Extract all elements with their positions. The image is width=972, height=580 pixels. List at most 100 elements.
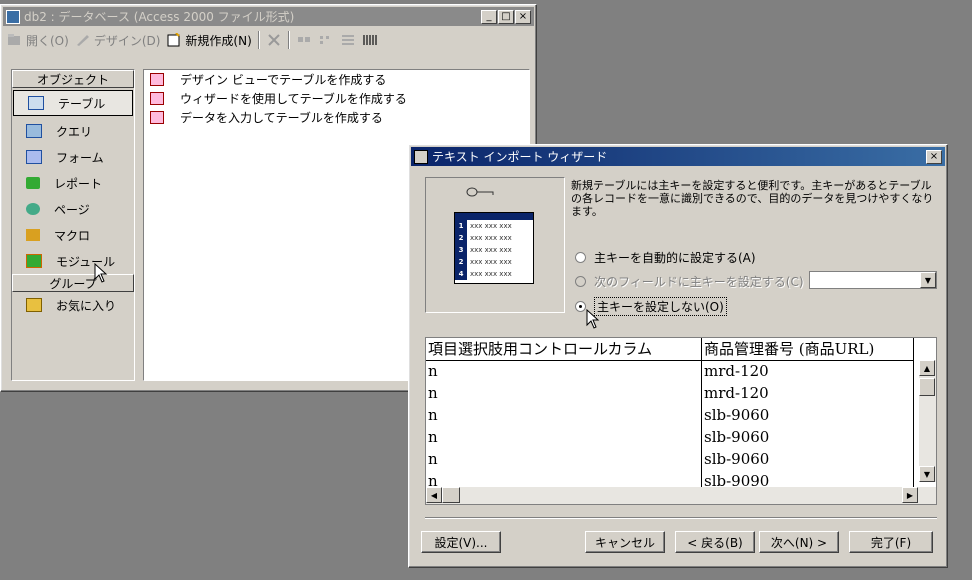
wizard-help-text: 新規テーブルには主キーを設定すると便利です。主キーがあるとテーブルの各レコードを… — [571, 179, 934, 218]
scroll-thumb[interactable] — [919, 378, 935, 396]
details-view-icon — [363, 35, 377, 45]
form-icon — [26, 150, 42, 164]
next-button[interactable]: 次へ(N) > — [759, 531, 839, 553]
data-preview-grid[interactable]: 項目選択肢用コントロールカラム 商品管理番号 (商品URL) n mrd-120 n… — [425, 337, 937, 505]
horizontal-scrollbar[interactable]: ◀ ▶ — [426, 487, 936, 504]
radio-button[interactable] — [575, 301, 586, 312]
maximize-button[interactable]: □ — [498, 9, 514, 24]
query-icon — [26, 124, 42, 138]
create-table-icon — [150, 73, 164, 86]
radio-button[interactable] — [575, 252, 586, 263]
divider — [425, 517, 937, 519]
primary-key-illustration: 1 xxx xxx xxx 2 xxx xxx xxx 3 xxx xxx xxx 2 xxx… — [425, 177, 565, 313]
open-label: 開く(O) — [26, 33, 69, 48]
details-view-button[interactable] — [362, 33, 378, 47]
objects-item-tables[interactable]: テーブル — [13, 90, 133, 116]
objects-item-modules[interactable]: モジュール — [12, 248, 134, 274]
open-button[interactable]: 開く(O) — [7, 32, 69, 49]
illustration-row: 2 xxx xxx xxx — [455, 256, 533, 268]
text-import-wizard: テキスト インポート ウィザード × 1 xxx xxx xxx 2 xxx xxx … — [408, 144, 948, 568]
table-row: n slb-9060 — [426, 448, 914, 470]
table-cell: mrd-120 — [702, 382, 914, 404]
column-header[interactable]: 商品管理番号 (商品URL) — [702, 338, 914, 360]
objects-item-reports[interactable]: レポート — [12, 170, 134, 196]
illustration-row-number: 3 — [455, 244, 467, 256]
illustration-row: 4 xxx xxx xxx — [455, 268, 533, 280]
table-cell: n — [426, 448, 702, 470]
wizard-title-bar[interactable]: テキスト インポート ウィザード × — [411, 147, 945, 166]
table-cell: n — [426, 382, 702, 404]
illustration-row-cells: xxx xxx xxx — [470, 234, 512, 242]
list-item[interactable]: ウィザードを使用してテーブルを作成する — [144, 89, 529, 108]
objects-item-queries[interactable]: クエリ — [12, 118, 134, 144]
primary-key-field-dropdown: ▼ — [809, 271, 937, 289]
open-icon — [8, 34, 20, 45]
finish-button[interactable]: 完了(F) — [849, 531, 933, 553]
table-cell: mrd-120 — [702, 360, 914, 382]
table-icon — [28, 96, 44, 110]
illustration-row: 2 xxx xxx xxx — [455, 232, 533, 244]
illustration-row-cells: xxx xxx xxx — [470, 222, 512, 230]
scroll-down-icon[interactable]: ▼ — [919, 466, 935, 482]
list-item[interactable]: デザイン ビューでテーブルを作成する — [144, 70, 529, 89]
column-header[interactable]: 項目選択肢用コントロールカラム — [426, 338, 702, 360]
choose-primary-key-option: 次のフィールドに主キーを設定する(C) — [575, 273, 804, 290]
design-button[interactable]: デザイン(D) — [75, 32, 161, 49]
table-row: n slb-9060 — [426, 404, 914, 426]
radio-button — [575, 276, 586, 287]
table-cell: slb-9060 — [702, 404, 914, 426]
large-icons-button[interactable] — [296, 33, 312, 47]
illustration-row-number: 4 — [455, 268, 467, 280]
database-title-bar[interactable]: db2 : データベース (Access 2000 ファイル形式) _ □ × — [3, 7, 534, 26]
illustration-row-cells: xxx xxx xxx — [470, 270, 512, 278]
list-item-label: データを入力してテーブルを作成する — [180, 111, 383, 125]
page-icon — [26, 203, 40, 215]
toolbar-separator — [257, 31, 260, 49]
table-cell: n — [426, 426, 702, 448]
table-cell: slb-9060 — [702, 448, 914, 470]
scroll-up-icon[interactable]: ▲ — [919, 360, 935, 376]
scroll-right-icon[interactable]: ▶ — [902, 487, 918, 503]
minimize-button[interactable]: _ — [481, 9, 497, 24]
table-row: n mrd-120 — [426, 360, 914, 382]
illustration-row: 1 xxx xxx xxx — [455, 220, 533, 232]
objects-group-header[interactable]: オブジェクト — [12, 70, 134, 88]
objects-item-forms[interactable]: フォーム — [12, 144, 134, 170]
illustration-row-cells: xxx xxx xxx — [470, 246, 512, 254]
objects-item-pages[interactable]: ページ — [12, 196, 134, 222]
option-label: 主キーを自動的に設定する(A) — [594, 251, 756, 265]
option-label: 次のフィールドに主キーを設定する(C) — [594, 275, 804, 289]
list-item-label: ウィザードを使用してテーブルを作成する — [180, 92, 407, 106]
design-label: デザイン(D) — [93, 33, 161, 48]
module-icon — [26, 254, 42, 268]
back-button[interactable]: < 戻る(B) — [675, 531, 755, 553]
illustration-row-cells: xxx xxx xxx — [470, 258, 512, 266]
create-table-icon — [150, 92, 164, 105]
scroll-left-icon[interactable]: ◀ — [426, 487, 442, 503]
small-icons-button[interactable] — [318, 33, 334, 47]
database-window-title: db2 : データベース (Access 2000 ファイル形式) — [24, 10, 295, 24]
illustration-row-number: 2 — [455, 256, 467, 268]
grid-header-row: 項目選択肢用コントロールカラム 商品管理番号 (商品URL) — [426, 338, 914, 361]
list-item[interactable]: データを入力してテーブルを作成する — [144, 108, 529, 127]
auto-primary-key-option[interactable]: 主キーを自動的に設定する(A) — [575, 249, 756, 266]
groups-group-header[interactable]: グループ — [12, 274, 134, 292]
large-icons-icon — [297, 37, 310, 42]
wizard-close-button[interactable]: × — [926, 149, 942, 164]
objects-item-macros[interactable]: マクロ — [12, 222, 134, 248]
vertical-scrollbar[interactable]: ▲ ▼ — [919, 360, 936, 482]
new-label: 新規作成(N) — [185, 33, 252, 48]
option-label: 主キーを設定しない(O) — [594, 297, 727, 316]
scroll-thumb[interactable] — [442, 487, 460, 503]
groups-item-favorites[interactable]: お気に入り — [12, 292, 134, 318]
delete-button[interactable] — [266, 33, 282, 47]
settings-button[interactable]: 設定(V)... — [421, 531, 501, 553]
cancel-button[interactable]: キャンセル — [585, 531, 665, 553]
list-view-button[interactable] — [340, 33, 356, 47]
illustration-row-number: 2 — [455, 232, 467, 244]
close-button[interactable]: × — [515, 9, 531, 24]
grid-body: n mrd-120 n mrd-120 n slb-9060 n slb-9060 n slb-9… — [426, 360, 914, 492]
database-app-icon[interactable] — [6, 9, 20, 24]
delete-icon — [268, 34, 280, 46]
new-button[interactable]: 新規作成(N) — [166, 32, 252, 49]
